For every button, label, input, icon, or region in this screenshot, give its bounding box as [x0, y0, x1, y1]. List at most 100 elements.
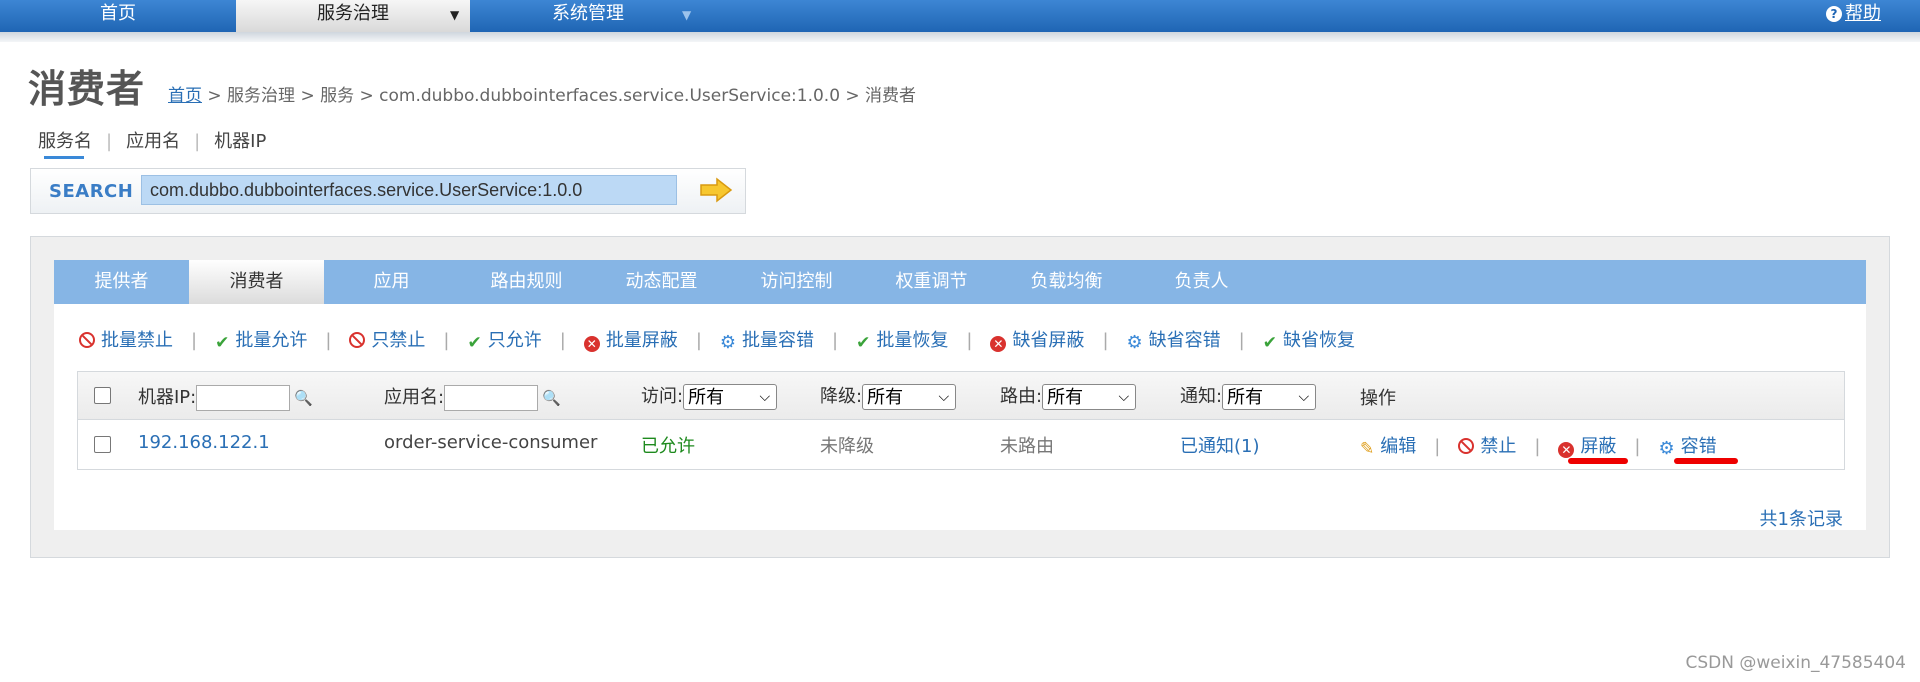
consumer-app-name: order-service-consumer — [384, 432, 598, 453]
tolerance-button[interactable]: ⚙ 容错 — [1658, 436, 1716, 459]
select-value: 所有 — [867, 387, 904, 408]
select-all-checkbox[interactable] — [94, 387, 111, 404]
arrow-right-icon[interactable] — [699, 177, 733, 203]
red-underline-mark — [1568, 458, 1628, 464]
tab-owner[interactable]: 负责人 — [1134, 260, 1269, 304]
access-filter: 访问: 所有 ⌵ — [641, 382, 778, 410]
forbid-label: 禁止 — [1480, 436, 1517, 457]
shield-button[interactable]: ✕ 屏蔽 — [1558, 436, 1617, 458]
close-circle-icon: ✕ — [990, 336, 1007, 352]
default-tolerance-button[interactable]: ⚙ 缺省容错 — [1126, 330, 1221, 353]
separator: | — [325, 330, 332, 351]
nav-home[interactable]: 首页 — [0, 0, 236, 32]
notify-filter: 通知: 所有 ⌵ — [1180, 382, 1317, 410]
check-icon: ✔ — [467, 333, 482, 353]
tab-providers[interactable]: 提供者 — [54, 260, 189, 304]
search-type-tabs: 服务名 | 应用名 | 机器IP — [38, 127, 266, 153]
search-tab-app-name[interactable]: 应用名 — [126, 131, 180, 152]
batch-allow-button[interactable]: ✔ 批量允许 — [215, 330, 308, 353]
select-value: 所有 — [688, 387, 725, 408]
tab-access-control[interactable]: 访问控制 — [729, 260, 864, 304]
help-link[interactable]: ? 帮助 — [1826, 0, 1910, 32]
ban-icon — [1458, 438, 1475, 454]
tab-applications[interactable]: 应用 — [324, 260, 459, 304]
notify-filter-label: 通知: — [1180, 386, 1223, 407]
notify-status-link[interactable]: 已通知(1) — [1180, 432, 1260, 458]
separator: | — [1634, 436, 1641, 457]
consumer-ip-link[interactable]: 192.168.122.1 — [138, 432, 270, 453]
only-allow-button[interactable]: ✔ 只允许 — [467, 330, 542, 353]
ip-filter-input[interactable] — [196, 385, 291, 411]
ip-filter: 机器IP: 🔍 — [138, 383, 313, 411]
separator: | — [443, 330, 450, 351]
action-label: 批量恢复 — [876, 330, 949, 351]
row-checkbox[interactable] — [94, 436, 111, 453]
gear-icon: ⚙ — [1126, 332, 1143, 353]
action-label: 缺省容错 — [1148, 330, 1221, 351]
separator: | — [1534, 436, 1541, 457]
forbid-button[interactable]: 禁止 — [1458, 436, 1516, 457]
notify-select[interactable]: 所有 ⌵ — [1222, 384, 1317, 410]
search-tab-machine-ip[interactable]: 机器IP — [214, 131, 266, 152]
red-underline-mark — [1674, 458, 1738, 464]
page-title: 消费者 — [28, 67, 146, 111]
main-panel: 提供者 消费者 应用 路由规则 动态配置 访问控制 权重调节 负载均衡 负责人 … — [30, 236, 1890, 558]
access-select[interactable]: 所有 ⌵ — [683, 384, 778, 410]
tab-weight-adjust[interactable]: 权重调节 — [864, 260, 999, 304]
shield-label: 屏蔽 — [1580, 436, 1617, 457]
ban-icon — [349, 332, 366, 348]
tab-routing-rules[interactable]: 路由规则 — [459, 260, 594, 304]
tab-consumers[interactable]: 消费者 — [189, 260, 324, 304]
search-input[interactable] — [141, 175, 677, 205]
edit-button[interactable]: ✎ 编辑 — [1360, 436, 1416, 459]
search-label: SEARCH — [49, 181, 134, 202]
close-circle-icon: ✕ — [1558, 442, 1575, 458]
app-filter-input[interactable] — [444, 385, 539, 411]
breadcrumb-home-link[interactable]: 首页 — [168, 86, 202, 106]
pencil-icon: ✎ — [1360, 439, 1375, 459]
tab-load-balance[interactable]: 负载均衡 — [999, 260, 1134, 304]
ops-header: 操作 — [1360, 388, 1396, 409]
search-icon[interactable]: 🔍 — [542, 389, 561, 407]
search-icon[interactable]: 🔍 — [294, 389, 313, 407]
access-status: 已允许 — [641, 436, 695, 457]
action-label: 批量允许 — [235, 330, 308, 351]
consumer-table: 机器IP: 🔍 应用名: 🔍 访问: 所有 ⌵ 降级: 所有 ⌵ 路由: 所有 ⌵ 通知: 所有 ⌵ — [77, 371, 1845, 470]
access-filter-label: 访问: — [641, 386, 684, 407]
batch-forbid-button[interactable]: 批量禁止 — [79, 330, 173, 351]
tab-bar: 提供者 消费者 应用 路由规则 动态配置 访问控制 权重调节 负载均衡 负责人 — [54, 260, 1866, 304]
nav-system-management[interactable]: 系统管理 ▼ — [470, 0, 706, 32]
action-label: 缺省恢复 — [1282, 330, 1355, 351]
separator: | — [106, 131, 113, 152]
default-shield-button[interactable]: ✕ 缺省屏蔽 — [990, 330, 1084, 352]
gear-icon: ⚙ — [719, 332, 737, 353]
batch-recover-button[interactable]: ✔ 批量恢复 — [856, 330, 949, 353]
select-value: 所有 — [1047, 387, 1084, 408]
degrade-status: 未降级 — [820, 436, 874, 457]
route-status: 未路由 — [1000, 436, 1054, 457]
default-recover-button[interactable]: ✔ 缺省恢复 — [1263, 330, 1355, 353]
action-label: 只允许 — [487, 330, 542, 351]
app-filter: 应用名: 🔍 — [384, 383, 561, 411]
separator: | — [1102, 330, 1109, 351]
batch-shield-button[interactable]: ✕ 批量屏蔽 — [583, 330, 678, 352]
tab-dynamic-config[interactable]: 动态配置 — [594, 260, 729, 304]
action-label: 批量容错 — [742, 330, 815, 351]
chevron-down-icon: ⌵ — [1298, 389, 1310, 405]
ban-icon — [79, 332, 95, 348]
search-box: SEARCH — [30, 168, 746, 214]
action-label: 批量屏蔽 — [605, 330, 678, 351]
separator: | — [695, 330, 702, 351]
search-tab-service-name[interactable]: 服务名 — [38, 131, 92, 152]
route-select[interactable]: 所有 ⌵ — [1042, 384, 1137, 410]
top-nav: 首页 服务治理 ▼ 系统管理 ▼ ? 帮助 — [0, 0, 1920, 32]
nav-service-governance[interactable]: 服务治理 ▼ — [236, 0, 470, 32]
consumer-content: 提供者 消费者 应用 路由规则 动态配置 访问控制 权重调节 负载均衡 负责人 … — [54, 260, 1866, 530]
degrade-select[interactable]: 所有 ⌵ — [862, 384, 957, 410]
search-tab-active-indicator — [44, 156, 84, 159]
batch-tolerance-button[interactable]: ⚙ 批量容错 — [719, 330, 815, 353]
chevron-down-icon: ⌵ — [938, 389, 950, 405]
table-header: 机器IP: 🔍 应用名: 🔍 访问: 所有 ⌵ 降级: 所有 ⌵ 路由: 所有 ⌵ 通知: 所有 ⌵ — [78, 372, 1844, 420]
separator: | — [966, 330, 973, 351]
only-forbid-button[interactable]: 只禁止 — [349, 330, 425, 351]
